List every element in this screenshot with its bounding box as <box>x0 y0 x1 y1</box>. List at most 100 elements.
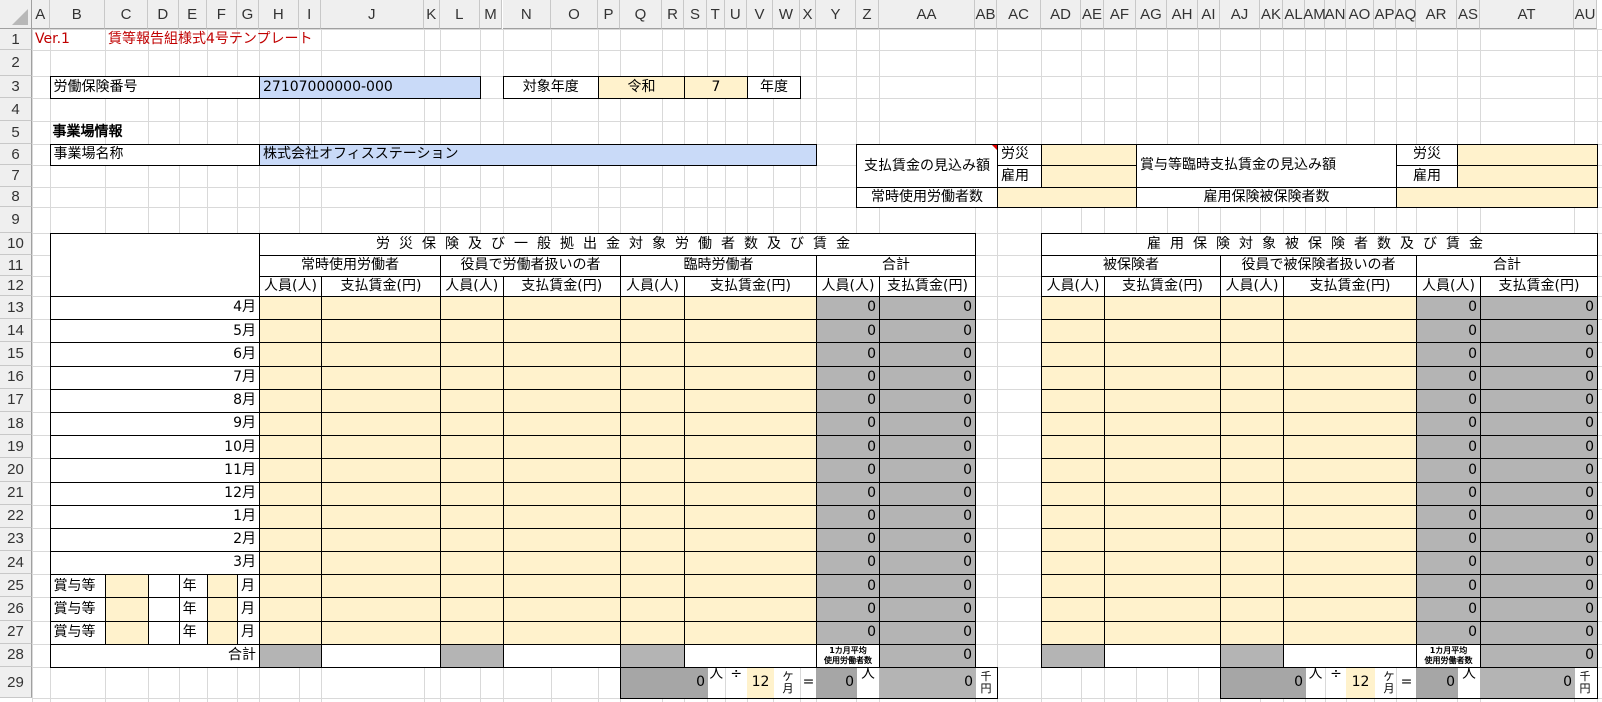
wage-input[interactable] <box>1283 527 1417 553</box>
wage-input[interactable] <box>321 504 441 529</box>
bonus-year-field[interactable] <box>148 620 180 645</box>
people-input[interactable] <box>620 388 685 413</box>
row-header-18[interactable]: 18 <box>0 411 32 436</box>
people-input[interactable] <box>1041 342 1105 367</box>
column-header-ac[interactable]: AC <box>997 0 1041 29</box>
people-input[interactable] <box>1220 551 1284 576</box>
column-header-s[interactable]: S <box>684 0 707 29</box>
people-input[interactable] <box>620 365 685 390</box>
people-input[interactable] <box>1220 527 1284 553</box>
column-header-at[interactable]: AT <box>1480 0 1574 29</box>
people-input[interactable] <box>620 296 685 321</box>
people-input[interactable] <box>1220 319 1284 344</box>
estimate-rosai-field[interactable] <box>1041 144 1137 166</box>
row-header-20[interactable]: 20 <box>0 458 32 482</box>
people-input[interactable] <box>620 620 685 645</box>
summary-months-field[interactable]: 12 <box>1346 667 1375 699</box>
wage-input[interactable] <box>502 365 621 390</box>
bonus-rosai-field[interactable] <box>1457 144 1598 166</box>
column-header-ar[interactable]: AR <box>1416 0 1457 29</box>
column-header-ak[interactable]: AK <box>1260 0 1283 29</box>
wage-input[interactable] <box>321 574 441 599</box>
people-input[interactable] <box>440 365 504 390</box>
column-header-aq[interactable]: AQ <box>1395 0 1416 29</box>
wage-input[interactable] <box>1104 319 1221 344</box>
insurance-number-field[interactable]: 27107000000-000 <box>259 76 481 99</box>
wage-input[interactable] <box>1104 365 1221 390</box>
people-input[interactable] <box>1220 365 1284 390</box>
site-name-field[interactable]: 株式会社オフィスステーション <box>259 144 817 166</box>
wage-input[interactable] <box>321 458 441 483</box>
row-header-11[interactable]: 11 <box>0 255 32 276</box>
column-header-ai[interactable]: AI <box>1198 0 1220 29</box>
wage-input[interactable] <box>1283 481 1417 506</box>
people-input[interactable] <box>620 574 685 599</box>
column-header-f[interactable]: F <box>206 0 237 29</box>
summary-months-field[interactable]: 12 <box>747 667 774 699</box>
wage-input[interactable] <box>1283 620 1417 645</box>
column-header-af[interactable]: AF <box>1104 0 1136 29</box>
wage-input[interactable] <box>1283 296 1417 321</box>
wage-input[interactable] <box>321 620 441 645</box>
people-input[interactable] <box>440 481 504 506</box>
wage-input[interactable] <box>684 296 817 321</box>
column-header-aa[interactable]: AA <box>879 0 975 29</box>
column-header-o[interactable]: O <box>551 0 598 29</box>
people-input[interactable] <box>1041 574 1105 599</box>
people-input[interactable] <box>1220 342 1284 367</box>
wage-input[interactable] <box>684 342 817 367</box>
people-input[interactable] <box>1041 365 1105 390</box>
people-input[interactable] <box>620 458 685 483</box>
row-header-22[interactable]: 22 <box>0 504 32 528</box>
column-header-i[interactable]: I <box>298 0 321 29</box>
row-header-14[interactable]: 14 <box>0 319 32 343</box>
row-header-26[interactable]: 26 <box>0 597 32 621</box>
wage-input[interactable] <box>502 388 621 413</box>
column-header-ag[interactable]: AG <box>1136 0 1167 29</box>
wage-input[interactable] <box>502 319 621 344</box>
wage-input[interactable] <box>684 620 817 645</box>
wage-input[interactable] <box>1104 527 1221 553</box>
people-input[interactable] <box>440 296 504 321</box>
wage-input[interactable] <box>684 319 817 344</box>
people-input[interactable] <box>440 458 504 483</box>
row-header-25[interactable]: 25 <box>0 574 32 598</box>
wage-input[interactable] <box>502 342 621 367</box>
people-input[interactable] <box>1041 504 1105 529</box>
column-header-a[interactable]: A <box>32 0 50 29</box>
column-header-e[interactable]: E <box>178 0 207 29</box>
wage-input[interactable] <box>1104 504 1221 529</box>
people-input[interactable] <box>440 597 504 622</box>
column-header-r[interactable]: R <box>662 0 684 29</box>
people-input[interactable] <box>1041 620 1105 645</box>
people-input[interactable] <box>1220 388 1284 413</box>
people-input[interactable] <box>1220 296 1284 321</box>
wage-input[interactable] <box>502 435 621 460</box>
column-header-w[interactable]: W <box>773 0 800 29</box>
people-input[interactable] <box>1041 435 1105 460</box>
wage-input[interactable] <box>1104 342 1221 367</box>
wage-input[interactable] <box>1104 388 1221 413</box>
column-header-b[interactable]: B <box>49 0 105 29</box>
insured-count-field[interactable] <box>1396 187 1598 208</box>
wage-input[interactable] <box>1283 458 1417 483</box>
wage-input[interactable] <box>502 574 621 599</box>
wage-input[interactable] <box>1104 574 1221 599</box>
wage-input[interactable] <box>684 481 817 506</box>
wage-input[interactable] <box>321 435 441 460</box>
people-input[interactable] <box>259 319 322 344</box>
column-header-l[interactable]: L <box>440 0 480 29</box>
people-input[interactable] <box>440 551 504 576</box>
row-header-1[interactable]: 1 <box>0 29 32 50</box>
bonus-year-field[interactable] <box>148 597 180 622</box>
people-input[interactable] <box>440 527 504 553</box>
people-input[interactable] <box>1220 458 1284 483</box>
wage-input[interactable] <box>1104 435 1221 460</box>
wage-input[interactable] <box>321 365 441 390</box>
wage-input[interactable] <box>1104 458 1221 483</box>
wage-input[interactable] <box>321 342 441 367</box>
people-input[interactable] <box>620 411 685 437</box>
people-input[interactable] <box>1041 551 1105 576</box>
wage-input[interactable] <box>321 481 441 506</box>
bonus-month-field[interactable] <box>206 597 238 622</box>
